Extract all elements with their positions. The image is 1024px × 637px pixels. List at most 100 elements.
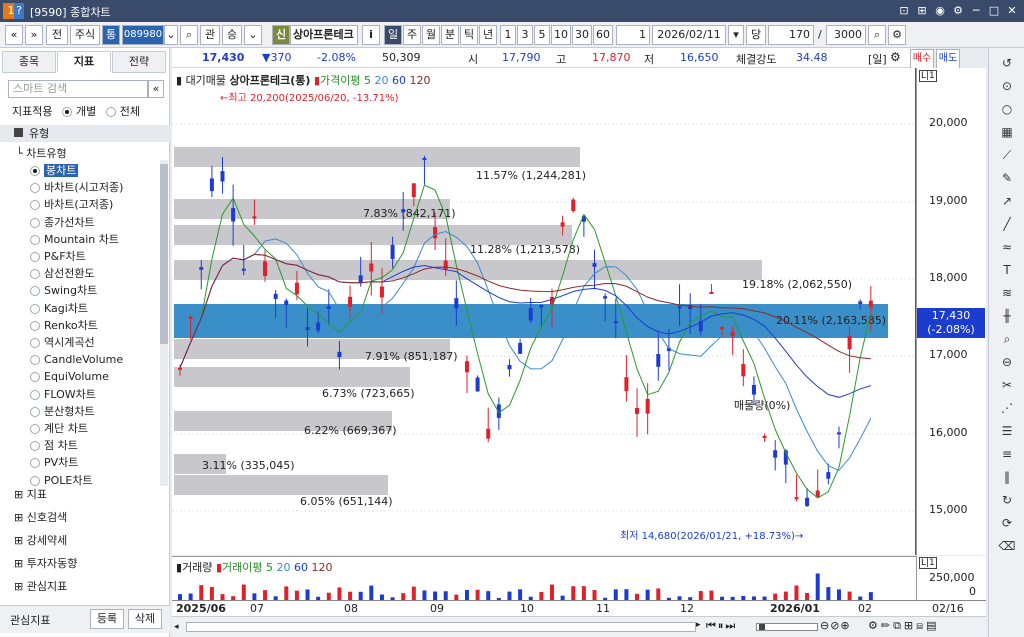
smart-search-input[interactable]: 스마트 검색 bbox=[8, 80, 148, 98]
zoom-out-icon[interactable]: ⊖ bbox=[997, 353, 1017, 371]
lines-icon[interactable]: ☰ bbox=[997, 422, 1017, 440]
scissor-icon[interactable]: ✂ bbox=[997, 376, 1017, 394]
search-icon[interactable]: ⌕ bbox=[180, 25, 198, 45]
fib-icon[interactable]: ≋ bbox=[997, 284, 1017, 302]
tab-strategy[interactable]: 전략 bbox=[112, 51, 166, 73]
sell-button[interactable]: 매도 bbox=[936, 49, 960, 69]
chart-type-item[interactable]: 역시계곡선 bbox=[30, 334, 158, 351]
radio-all[interactable] bbox=[105, 107, 116, 117]
zoom-icon[interactable]: ⌕ bbox=[868, 25, 886, 45]
chart-type-radio[interactable] bbox=[30, 286, 40, 297]
chart-type-item[interactable]: 분산형차트 bbox=[30, 403, 158, 420]
radio-individual[interactable] bbox=[61, 107, 72, 117]
prev-stock-icon[interactable]: ⌄ bbox=[244, 25, 262, 45]
chart-type-radio[interactable] bbox=[30, 475, 40, 486]
section-type[interactable]: 유형 bbox=[0, 125, 170, 142]
zoom-controls[interactable]: ⊖⊘⊕ bbox=[820, 619, 851, 632]
chart-type-item[interactable]: Swing차트 bbox=[30, 282, 158, 299]
camera-icon[interactable]: ◉ bbox=[932, 3, 948, 19]
indicator-group[interactable]: ⊞ 신호검색 bbox=[14, 509, 184, 526]
scroll-right-icon[interactable]: ▸ bbox=[696, 620, 701, 630]
period-minute-tab[interactable]: 분 bbox=[441, 25, 459, 45]
indicator-group[interactable]: ⊞ 투자자동향 bbox=[14, 555, 184, 572]
rotate-icon[interactable]: ⟳ bbox=[997, 514, 1017, 532]
chart-type-radio[interactable] bbox=[30, 406, 40, 417]
eraser-icon[interactable]: ⌫ bbox=[997, 537, 1017, 555]
chart-type-item[interactable]: 바차트(시고저종) bbox=[30, 179, 158, 196]
code-input[interactable]: 089980 bbox=[122, 25, 164, 45]
period-day-tab[interactable]: 일 bbox=[384, 25, 402, 45]
interval-60-button[interactable]: 60 bbox=[593, 25, 613, 45]
chart-type-radio[interactable] bbox=[30, 269, 40, 280]
circle-icon[interactable]: ○ bbox=[997, 100, 1017, 118]
log-scale-icon[interactable]: L|1 bbox=[919, 70, 937, 82]
delete-button[interactable]: 삭제 bbox=[128, 609, 162, 629]
columns-icon[interactable]: ‖ bbox=[997, 468, 1017, 486]
period-tick-tab[interactable]: 틱 bbox=[460, 25, 478, 45]
total-input[interactable]: 3000 bbox=[826, 25, 866, 45]
interval-3-button[interactable]: 3 bbox=[517, 25, 533, 45]
expand-icon[interactable]: ⊞ bbox=[14, 580, 27, 593]
chart-type-item[interactable]: 종가선차트 bbox=[30, 214, 158, 231]
pen-icon[interactable]: ✎ bbox=[997, 169, 1017, 187]
tong-button[interactable]: 통 bbox=[102, 25, 120, 45]
chart-type-radio[interactable] bbox=[30, 320, 40, 331]
chart-type-radio[interactable] bbox=[30, 303, 40, 314]
indicator-group[interactable]: ⊞ 관심지표 bbox=[14, 578, 184, 595]
chart-type-item[interactable]: 계단 차트 bbox=[30, 420, 158, 437]
chart-type-radio[interactable] bbox=[30, 338, 40, 348]
volume-scale-icon[interactable]: L|1 bbox=[919, 557, 937, 569]
list-scrollbar[interactable] bbox=[160, 160, 168, 486]
ray-icon[interactable]: ↗ bbox=[997, 192, 1017, 210]
chart-type-radio[interactable] bbox=[30, 355, 40, 366]
indicator-group[interactable]: ⊞ 강세약세 bbox=[14, 532, 184, 549]
cursor-icon[interactable]: ⊙ bbox=[997, 77, 1017, 95]
candle-icon[interactable]: ╫ bbox=[997, 307, 1017, 325]
zoom-slider[interactable] bbox=[756, 623, 818, 631]
info-button[interactable]: i bbox=[362, 25, 380, 45]
indicator-group[interactable]: ⊞ 지표 bbox=[14, 486, 184, 503]
chart-type-radio[interactable] bbox=[30, 424, 40, 434]
calendar-icon[interactable]: ▾ bbox=[728, 25, 744, 45]
expand-icon[interactable]: ⊞ bbox=[14, 511, 27, 524]
period-week-tab[interactable]: 주 bbox=[403, 25, 421, 45]
chart-type-radio[interactable] bbox=[30, 183, 40, 194]
chart-type-radio[interactable] bbox=[30, 389, 40, 400]
interval-input[interactable]: 1 bbox=[616, 25, 650, 45]
minimize-icon[interactable]: ─ bbox=[968, 3, 984, 19]
text-icon[interactable]: T bbox=[997, 261, 1017, 279]
toolbar-settings-icon[interactable]: ⚙ bbox=[888, 25, 906, 45]
nav-prev-button[interactable]: « bbox=[5, 25, 23, 45]
horizontal-scrollbar[interactable] bbox=[186, 622, 696, 632]
chart-type-item[interactable]: 바차트(고저종) bbox=[30, 196, 158, 213]
period-month-tab[interactable]: 월 bbox=[422, 25, 440, 45]
chart-canvas[interactable]: 11.57% (1,244,281) 7.83% (842,171) 11.28% … bbox=[172, 68, 916, 555]
market-stock-button[interactable]: 주식 bbox=[70, 25, 100, 45]
pin-icon[interactable]: ⊡ bbox=[896, 3, 912, 19]
bottom-tools[interactable]: ⚙✏⧉⊞⧈▤ bbox=[868, 619, 940, 633]
period-year-tab[interactable]: 년 bbox=[479, 25, 497, 45]
settings-icon[interactable]: ⚙ bbox=[950, 3, 966, 19]
chart-type-item[interactable]: P&F차트 bbox=[30, 248, 158, 265]
watch-button[interactable]: 관 bbox=[200, 25, 220, 45]
chart-type-radio[interactable] bbox=[30, 234, 40, 245]
rise-button[interactable]: 승 bbox=[222, 25, 242, 45]
refresh-icon[interactable]: ↻ bbox=[997, 491, 1017, 509]
expand-icon[interactable]: ⊞ bbox=[14, 534, 27, 547]
playback-controls[interactable]: ⏮⏸⏭ bbox=[706, 619, 737, 633]
chart-icon[interactable]: ▦ bbox=[997, 123, 1017, 141]
help-icon[interactable]: ? bbox=[14, 3, 24, 19]
chart-type-item[interactable]: Renko차트 bbox=[30, 317, 158, 334]
collapse-icon[interactable]: « bbox=[148, 80, 164, 98]
info-settings-icon[interactable]: ⚙ bbox=[890, 50, 901, 64]
chart-type-item[interactable]: CandleVolume bbox=[30, 351, 158, 368]
undo-icon[interactable]: ↺ bbox=[997, 54, 1017, 72]
chart-type-item[interactable]: Kagi차트 bbox=[30, 300, 158, 317]
auto-icon[interactable]: ≈ bbox=[997, 238, 1017, 256]
chart-type-radio[interactable] bbox=[30, 372, 40, 383]
chart-type-radio[interactable] bbox=[30, 458, 40, 469]
interval-1-button[interactable]: 1 bbox=[500, 25, 516, 45]
chart-type-radio[interactable] bbox=[30, 200, 40, 211]
trend-icon[interactable]: ╱ bbox=[997, 215, 1017, 233]
code-dropdown-icon[interactable]: ⌄ bbox=[164, 25, 178, 45]
